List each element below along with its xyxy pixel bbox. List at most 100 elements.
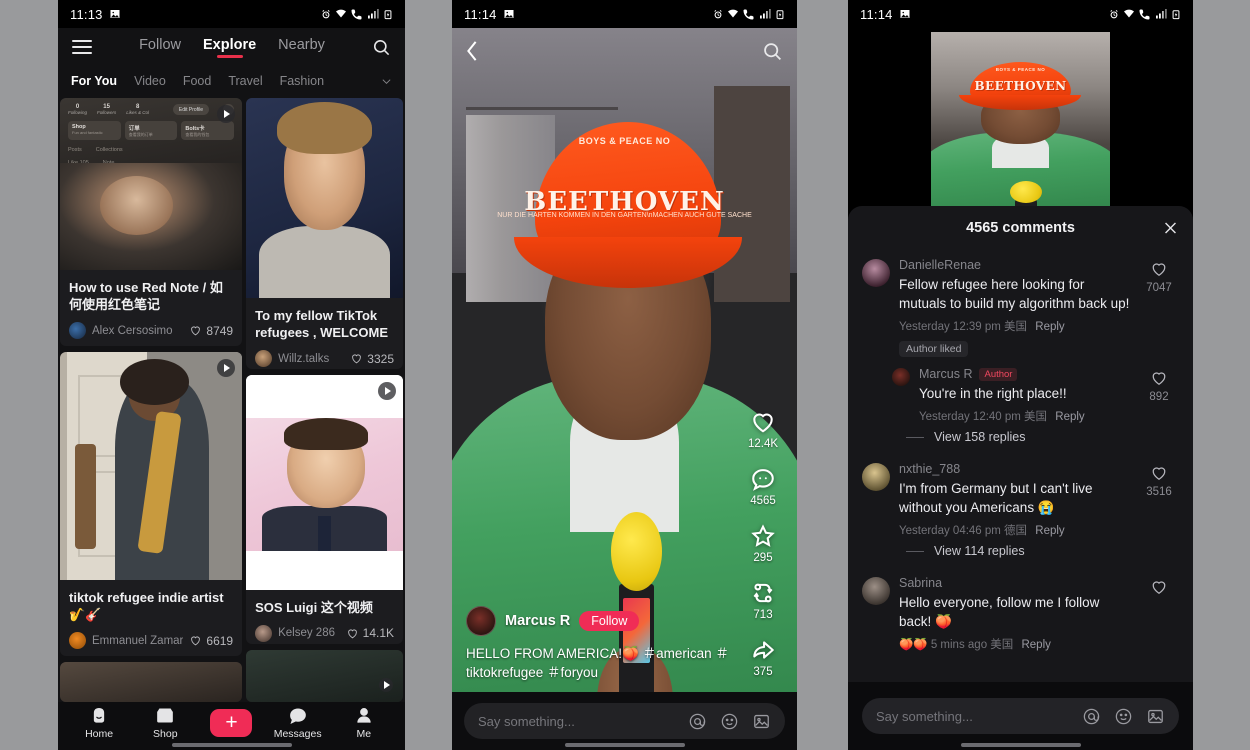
follow-button[interactable]: Follow [579,611,640,631]
heart-icon[interactable] [1150,260,1168,278]
card-thumbnail[interactable] [60,662,243,702]
comment-username[interactable]: DanielleRenae [899,258,981,272]
tab-follow[interactable]: Follow [139,37,181,58]
comments-list[interactable]: DanielleRenae Fellow refugee here lookin… [848,250,1193,682]
tab-create[interactable]: + [204,708,258,738]
comment-username[interactable]: Sabrina [899,576,942,590]
comment-username[interactable]: Marcus R [919,367,972,381]
repost-icon[interactable] [750,580,776,606]
card-like-count[interactable]: 3325 [350,352,394,366]
comment-button[interactable]: 4565 [750,466,776,507]
tab-explore[interactable]: Explore [203,37,256,58]
card-like-count[interactable]: 6619 [189,634,233,648]
search-icon[interactable] [762,41,783,62]
category-for-you[interactable]: For You [71,74,117,88]
card-author[interactable]: Alex Cersosimo [92,325,183,337]
tab-home[interactable]: Home [72,706,126,740]
author-name[interactable]: Marcus R [505,613,570,629]
heart-icon[interactable] [1150,578,1168,596]
avatar[interactable] [255,350,273,367]
hamburger-icon[interactable] [72,40,92,54]
comment-like-button[interactable] [1139,576,1179,652]
emoji-icon[interactable] [720,712,739,731]
card-thumbnail[interactable] [246,649,403,702]
avatar[interactable] [255,624,273,642]
tab-messages[interactable]: Messages [271,706,325,740]
feed-card[interactable]: SOS Luigi 这个视频 Kelsey 286 14.1K [246,374,403,644]
heart-icon[interactable] [350,352,363,365]
feed-card[interactable]: To my fellow TikTok refugees , WELCOME W… [246,98,403,369]
comment-item[interactable]: DanielleRenae Fellow refugee here lookin… [848,250,1193,359]
image-icon[interactable] [752,712,771,731]
reply-link[interactable]: Reply [1035,525,1064,537]
avatar[interactable] [862,463,890,491]
heart-icon[interactable] [189,634,202,647]
chevron-down-icon[interactable] [381,76,392,87]
category-food[interactable]: Food [183,74,212,88]
card-author[interactable]: Willz.talks [278,353,344,365]
reply-link[interactable]: Reply [1055,411,1084,423]
heart-icon[interactable] [1150,464,1168,482]
feed-card[interactable]: tiktok refugee indie artist 🎷🎸 Emmanuel … [60,352,243,657]
comment-input[interactable]: Say something... [862,698,1179,734]
comment-like-button[interactable]: 892 [1139,367,1179,424]
comment-username[interactable]: nxthie_788 [899,462,960,476]
view-replies-link[interactable]: View 114 replies [848,540,1193,568]
view-replies-label[interactable]: View 114 replies [934,544,1025,558]
video-player[interactable]: BOYS & PEACE NO BEETHOVEN NUR DIE HARTEN… [452,28,797,750]
star-icon[interactable] [750,523,776,549]
card-like-count[interactable]: 8749 [189,324,233,338]
card-thumbnail[interactable] [246,374,403,590]
at-icon[interactable] [1082,707,1101,726]
avatar[interactable] [466,606,496,636]
view-replies-label[interactable]: View 158 replies [934,430,1026,444]
feed-card-partial[interactable] [60,662,243,702]
favorite-button[interactable]: 295 [750,523,776,564]
heart-icon[interactable] [346,627,359,640]
comment-icon[interactable] [750,466,776,492]
avatar[interactable] [69,322,86,339]
comment-input[interactable]: Say something... [464,703,785,739]
back-chevron-icon[interactable] [466,41,478,61]
category-travel[interactable]: Travel [228,74,262,88]
comment-like-button[interactable]: 7047 [1139,258,1179,357]
comment-item[interactable]: Sabrina Hello everyone, follow me I foll… [848,568,1193,654]
at-icon[interactable] [688,712,707,731]
close-icon[interactable] [1162,220,1179,237]
cap-top-text: BOYS & PEACE NO [995,67,1046,73]
heart-icon[interactable] [1150,369,1168,387]
video-preview[interactable]: BOYS & PEACE NO BEETHOVEN [848,28,1193,218]
explore-feed-grid[interactable]: 0 Following 15 Followers 8 Likes & Col E… [58,96,405,702]
tab-nearby[interactable]: Nearby [278,37,325,58]
image-icon[interactable] [1146,707,1165,726]
emoji-icon[interactable] [1114,707,1133,726]
avatar[interactable] [862,577,890,605]
comment-item[interactable]: Marcus R Author You're in the right plac… [848,359,1193,426]
comment-like-button[interactable]: 3516 [1139,462,1179,538]
feed-card[interactable]: 0 Following 15 Followers 8 Likes & Col E… [60,98,243,347]
heart-icon[interactable] [189,324,202,337]
reply-link[interactable]: Reply [1035,321,1064,333]
heart-icon[interactable] [750,409,776,435]
phone-panel-video: 11:14 BOYS & PEACE NO BEETHOVEN NUR DIE … [452,0,797,750]
avatar[interactable] [862,259,890,287]
card-thumbnail[interactable] [60,352,243,581]
like-button[interactable]: 12.4K [748,409,778,450]
view-replies-link[interactable]: View 158 replies [848,426,1193,454]
card-thumbnail[interactable] [246,98,403,298]
card-author[interactable]: Emmanuel Zamar [92,635,183,647]
comment-item[interactable]: nxthie_788 I'm from Germany but I can't … [848,454,1193,540]
tab-shop[interactable]: Shop [138,706,192,740]
card-author[interactable]: Kelsey 286 [278,627,340,639]
category-fashion[interactable]: Fashion [280,74,324,88]
category-video[interactable]: Video [134,74,166,88]
feed-card-partial[interactable] [246,649,403,702]
plus-icon[interactable]: + [210,708,253,737]
search-icon[interactable] [372,38,391,57]
avatar[interactable] [69,632,86,650]
avatar[interactable] [892,368,910,386]
card-like-count[interactable]: 14.1K [346,626,394,640]
reply-link[interactable]: Reply [1021,639,1050,651]
tab-me[interactable]: Me [337,706,391,740]
card-thumbnail[interactable]: 0 Following 15 Followers 8 Likes & Col E… [60,98,243,270]
